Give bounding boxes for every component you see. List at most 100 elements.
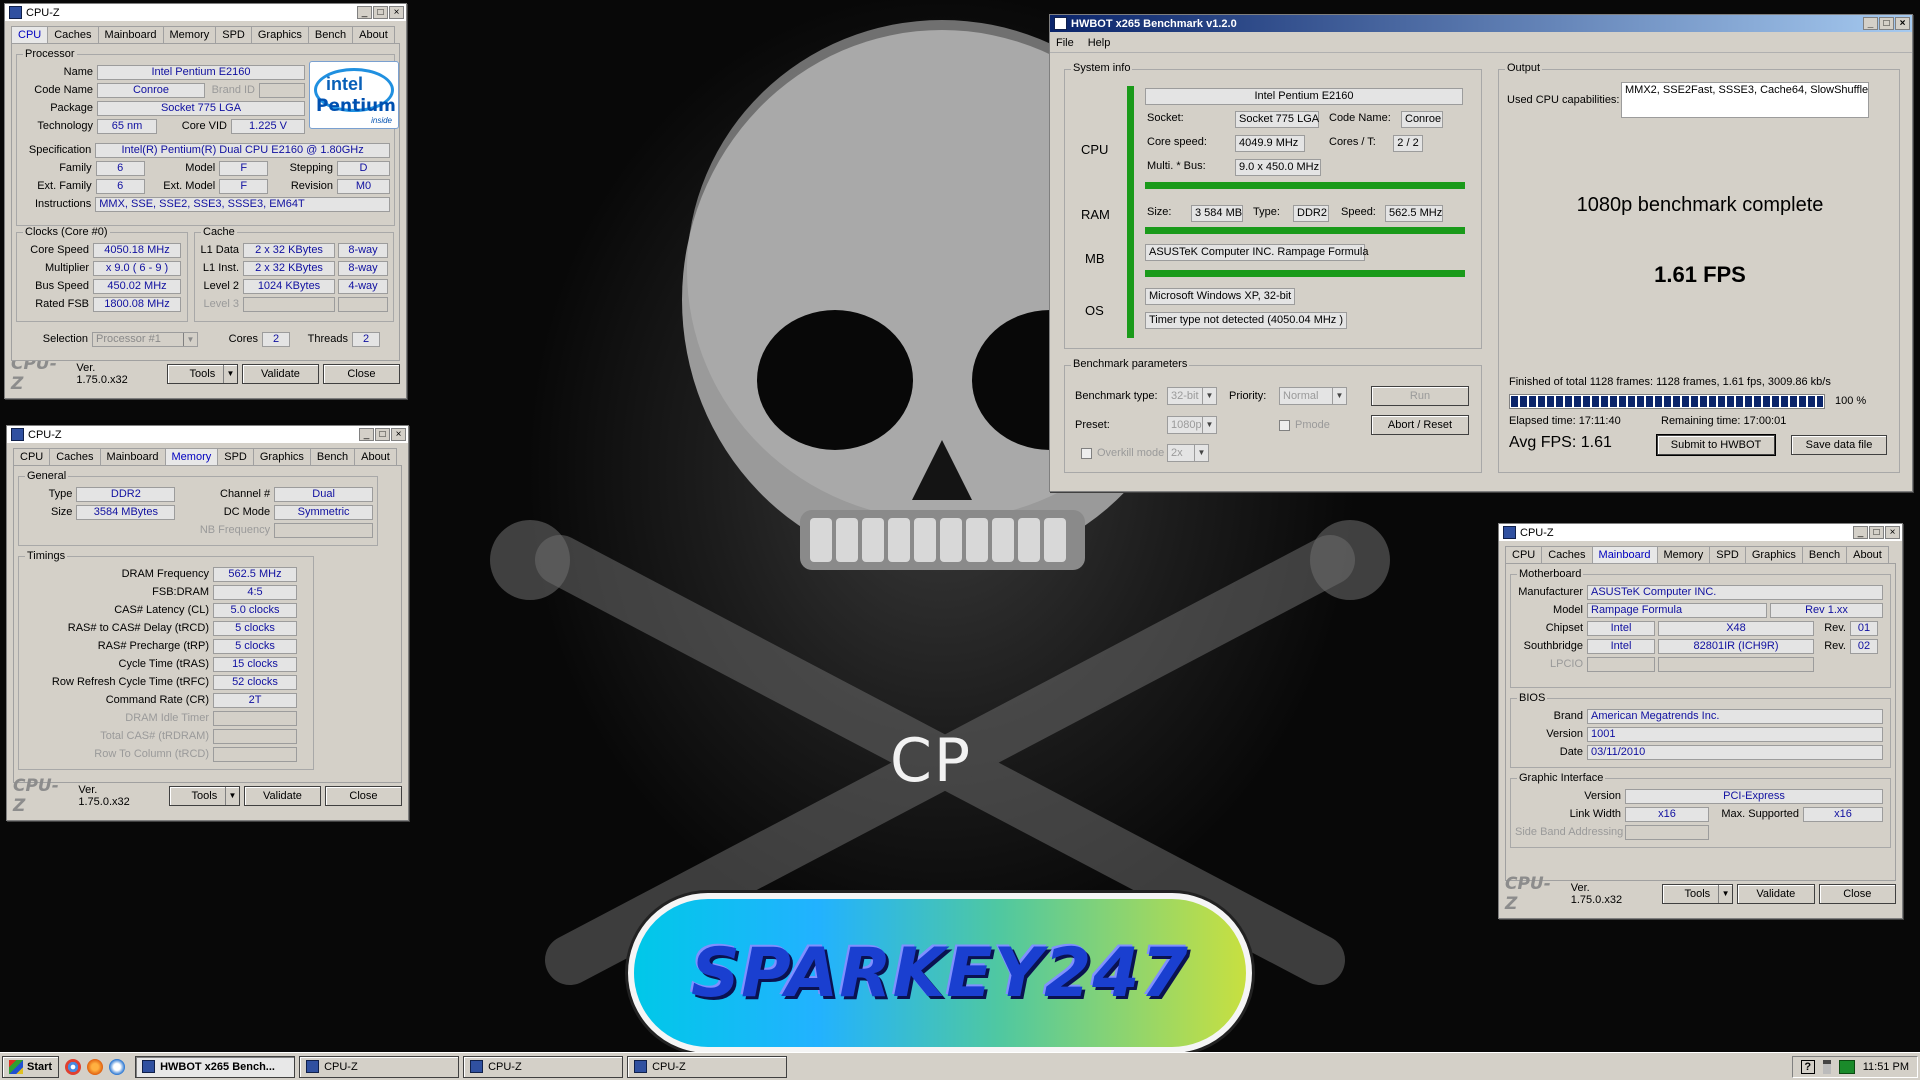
selection-dropdown[interactable]: Processor #1 ▼ xyxy=(92,331,198,347)
validate-button[interactable]: Validate xyxy=(1737,884,1815,904)
tab-bench[interactable]: Bench xyxy=(307,26,354,43)
preset-dropdown[interactable]: 1080p ▼ xyxy=(1167,416,1217,434)
help-icon[interactable]: ? xyxy=(1800,1060,1815,1074)
channel-value: Dual xyxy=(274,486,374,502)
validate-button[interactable]: Validate xyxy=(243,786,321,806)
dcmode-value: Symmetric xyxy=(274,504,374,520)
close-window-button[interactable]: × xyxy=(1895,17,1910,30)
timing-value: 2T xyxy=(213,692,297,708)
benchtype-dropdown[interactable]: 32-bit ▼ xyxy=(1167,387,1217,405)
tools-button[interactable]: Tools ▼ xyxy=(168,786,240,806)
label: Used CPU capabilities: xyxy=(1507,94,1620,106)
hwbot-window[interactable]: HWBOT x265 Benchmark v1.2.0 _ □ × File H… xyxy=(1049,14,1913,492)
submit-to-hwbot-button[interactable]: Submit to HWBOT xyxy=(1656,434,1776,456)
overkill-checkbox[interactable] xyxy=(1081,448,1092,459)
tab-spd[interactable]: SPD xyxy=(215,26,252,43)
tools-button[interactable]: Tools ▼ xyxy=(1661,884,1734,904)
tab-mainboard[interactable]: Mainboard xyxy=(1591,546,1658,563)
bios-date-value: 03/11/2010 xyxy=(1587,744,1883,760)
revision-value: M0 xyxy=(337,178,390,194)
tools-button[interactable]: Tools ▼ xyxy=(166,364,238,384)
tab-memory[interactable]: Memory xyxy=(164,448,219,465)
tab-caches[interactable]: Caches xyxy=(1541,546,1593,563)
tab-bench[interactable]: Bench xyxy=(309,448,356,465)
timing-value xyxy=(213,728,297,744)
mb-value: ASUSTeK Computer INC. Rampage Formula xyxy=(1145,244,1368,261)
title-bar[interactable]: CPU-Z _ □ × xyxy=(7,426,408,444)
title-bar[interactable]: CPU-Z _ □ × xyxy=(5,4,406,22)
taskbar-task-cpuz-1[interactable]: CPU-Z xyxy=(299,1055,460,1078)
minimize-button[interactable]: _ xyxy=(357,6,372,19)
tab-graphics[interactable]: Graphics xyxy=(252,448,311,465)
overkill-dropdown[interactable]: 2x ▼ xyxy=(1167,444,1209,462)
minimize-button[interactable]: _ xyxy=(1863,17,1878,30)
l1inst-value: 2 x 32 KBytes xyxy=(243,260,335,276)
minimize-button[interactable]: _ xyxy=(359,428,374,441)
tab-cpu[interactable]: CPU xyxy=(13,448,51,465)
firefox-icon[interactable] xyxy=(87,1058,104,1075)
chrome-icon[interactable] xyxy=(65,1058,82,1075)
tab-mainboard[interactable]: Mainboard xyxy=(97,26,164,43)
close-window-button[interactable]: × xyxy=(389,6,404,19)
priority-dropdown[interactable]: Normal ▼ xyxy=(1279,387,1347,405)
validate-button[interactable]: Validate xyxy=(241,364,319,384)
ram-section-label: RAM xyxy=(1081,207,1110,222)
taskbar-task-cpuz-3[interactable]: CPU-Z xyxy=(627,1055,788,1078)
close-window-button[interactable]: × xyxy=(1885,526,1900,539)
nbfreq-value xyxy=(274,522,373,538)
taskbar-task-hwbot[interactable]: HWBOT x265 Bench... xyxy=(135,1055,296,1078)
tab-mainboard[interactable]: Mainboard xyxy=(99,448,166,465)
cpuz-window-memory[interactable]: CPU-Z _ □ × CPU Caches Mainboard Memory … xyxy=(6,425,409,821)
socket-value: Socket 775 LGA xyxy=(1235,111,1319,128)
cpuz-window-mainboard[interactable]: CPU-Z _ □ × CPU Caches Mainboard Memory … xyxy=(1498,523,1903,919)
corespeed-value: 4050.18 MHz xyxy=(93,242,181,258)
level3-way xyxy=(338,296,388,312)
abort-reset-button[interactable]: Abort / Reset xyxy=(1371,415,1469,435)
tab-about[interactable]: About xyxy=(1846,546,1889,563)
tab-cpu[interactable]: CPU xyxy=(1505,546,1543,563)
close-button[interactable]: Close xyxy=(322,364,400,384)
group-title: General xyxy=(25,470,69,482)
start-button[interactable]: Start xyxy=(2,1055,60,1078)
threads-value: 2 xyxy=(352,331,380,347)
maximize-button[interactable]: □ xyxy=(1869,526,1884,539)
label: Specification xyxy=(28,144,92,156)
group-title: Cache xyxy=(201,226,237,238)
maximize-button[interactable]: □ xyxy=(373,6,388,19)
tab-spd[interactable]: SPD xyxy=(1709,546,1746,563)
close-button[interactable]: Close xyxy=(324,786,402,806)
run-button[interactable]: Run xyxy=(1371,386,1469,406)
title-bar[interactable]: HWBOT x265 Benchmark v1.2.0 _ □ × xyxy=(1050,15,1912,33)
pmode-checkbox[interactable] xyxy=(1279,420,1290,431)
maximize-button[interactable]: □ xyxy=(375,428,390,441)
title-bar[interactable]: CPU-Z _ □ × xyxy=(1499,524,1902,542)
menu-file[interactable]: File xyxy=(1056,37,1074,49)
cpuz-window-cpu[interactable]: CPU-Z _ □ × CPU Caches Mainboard Memory … xyxy=(4,3,407,399)
tab-about[interactable]: About xyxy=(354,448,397,465)
tab-cpu[interactable]: CPU xyxy=(11,26,49,43)
close-window-button[interactable]: × xyxy=(391,428,406,441)
level2-way: 4-way xyxy=(338,278,388,294)
volume-icon[interactable] xyxy=(1822,1060,1831,1074)
minimize-button[interactable]: _ xyxy=(1853,526,1868,539)
menu-help[interactable]: Help xyxy=(1088,37,1111,49)
save-data-file-button[interactable]: Save data file xyxy=(1791,435,1887,455)
graphic-interface-group: Graphic Interface Version PCI-Express Lin… xyxy=(1510,772,1891,848)
network-icon[interactable] xyxy=(1838,1060,1855,1074)
tab-memory[interactable]: Memory xyxy=(1656,546,1711,563)
tab-memory[interactable]: Memory xyxy=(162,26,217,43)
timing-value: 15 clocks xyxy=(213,656,297,672)
tab-about[interactable]: About xyxy=(352,26,395,43)
label: Preset: xyxy=(1075,419,1110,431)
tab-caches[interactable]: Caches xyxy=(47,26,99,43)
close-button[interactable]: Close xyxy=(1818,884,1896,904)
tab-graphics[interactable]: Graphics xyxy=(250,26,309,43)
tab-spd[interactable]: SPD xyxy=(217,448,254,465)
tab-bench[interactable]: Bench xyxy=(1801,546,1848,563)
tab-caches[interactable]: Caches xyxy=(49,448,101,465)
browser-icon[interactable] xyxy=(109,1058,126,1075)
tab-graphics[interactable]: Graphics xyxy=(1744,546,1803,563)
maximize-button[interactable]: □ xyxy=(1879,17,1894,30)
taskbar-task-cpuz-2[interactable]: CPU-Z xyxy=(463,1055,624,1078)
cpuz-task-icon xyxy=(634,1060,648,1073)
